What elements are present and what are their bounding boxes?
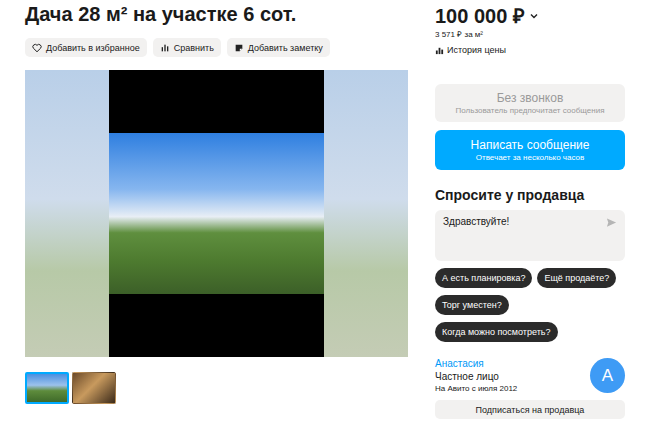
seller-name[interactable]: Анастасия bbox=[435, 357, 517, 370]
heart-icon bbox=[32, 43, 42, 53]
seller-since: На Авито с июля 2012 bbox=[435, 383, 517, 394]
question-chip[interactable]: А есть планировка? bbox=[435, 268, 532, 288]
seller-info: АнастасияЧастное лицоНа Авито с июля 201… bbox=[435, 357, 517, 394]
ask-seller-title: Спросите у продавца bbox=[435, 186, 625, 204]
side-column: 100 000 ₽ 3 571 ₽ за м² История цены Без зв… bbox=[435, 2, 625, 435]
question-chip[interactable]: Когда можно посмотреть? bbox=[435, 322, 558, 342]
chevron-down-icon[interactable] bbox=[529, 11, 539, 21]
listing-title: Дача 28 м² на участке 6 сот. bbox=[25, 2, 408, 26]
seller-card: АнастасияЧастное лицоНа Авито с июля 201… bbox=[435, 357, 625, 394]
action-bar: Добавить в избранное Сравнить Добавить зам… bbox=[25, 38, 408, 57]
chart-icon bbox=[435, 46, 444, 55]
thumbnail-strip bbox=[25, 372, 408, 404]
subscribe-button[interactable]: Подписаться на продавца bbox=[435, 400, 625, 419]
main-column: Дача 28 м² на участке 6 сот. Добавить в и… bbox=[25, 2, 408, 435]
price-per-m2: 3 571 ₽ за м² bbox=[435, 30, 625, 40]
compare-icon bbox=[160, 43, 170, 53]
question-chip[interactable]: Торг уместен? bbox=[435, 295, 509, 315]
seller-avatar[interactable]: А bbox=[590, 358, 625, 393]
no-calls-button: Без звонковПользователь предпочитает соо… bbox=[435, 84, 625, 122]
thumbnail[interactable] bbox=[72, 372, 116, 404]
send-icon[interactable] bbox=[606, 217, 617, 228]
write-message-button[interactable]: Написать сообщениеОтвечает за несколько … bbox=[435, 130, 625, 170]
price-history-link[interactable]: История цены bbox=[435, 44, 625, 56]
listing-page: Дача 28 м² на участке 6 сот. Добавить в и… bbox=[0, 0, 656, 435]
action-button[interactable]: Добавить заметку bbox=[227, 38, 330, 57]
photo-gallery[interactable] bbox=[25, 70, 408, 357]
main-photo bbox=[109, 133, 324, 294]
seller-type: Частное лицо bbox=[435, 370, 517, 383]
action-button[interactable]: Сравнить bbox=[153, 38, 221, 57]
quick-questions: А есть планировка?Ещё продаёте? Торг умес… bbox=[435, 268, 625, 342]
note-icon bbox=[234, 43, 244, 53]
price-row: 100 000 ₽ bbox=[435, 4, 625, 28]
photo-frame bbox=[109, 70, 324, 357]
action-button[interactable]: Добавить в избранное bbox=[25, 38, 147, 57]
question-chip[interactable]: Ещё продаёте? bbox=[537, 268, 616, 288]
message-field[interactable]: Здравствуйте! bbox=[435, 210, 625, 261]
price: 100 000 ₽ bbox=[435, 4, 525, 28]
thumbnail[interactable] bbox=[25, 372, 69, 404]
